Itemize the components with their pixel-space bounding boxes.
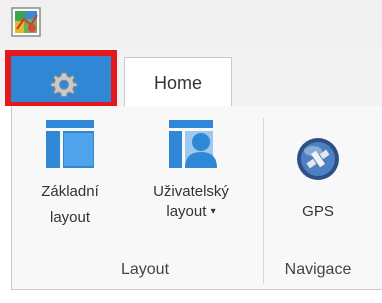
group-label-navigation: Navigace <box>284 261 352 278</box>
gps-icon <box>297 138 339 180</box>
user-layout-label-line1: Uživatelský <box>153 183 229 200</box>
basic-layout-button[interactable]: Základní layout <box>20 118 120 238</box>
map-app-icon[interactable] <box>11 7 41 37</box>
user-layout-label-line2: layout <box>166 203 207 220</box>
gps-button[interactable]: GPS <box>271 118 365 220</box>
group-separator <box>263 118 264 284</box>
gear-icon <box>50 72 77 97</box>
title-bar <box>0 0 382 48</box>
user-layout-button[interactable]: Uživatelský layout ▾ <box>130 118 252 238</box>
basic-layout-label-line2: layout <box>49 209 91 226</box>
file-tab[interactable] <box>11 55 116 113</box>
user-layout-label-line2-row: layout ▾ <box>130 202 252 222</box>
basic-layout-icon <box>46 120 94 168</box>
tab-home[interactable]: Home <box>124 57 232 108</box>
tab-home-label: Home <box>153 72 202 93</box>
basic-layout-label-line1: Základní <box>41 183 99 200</box>
user-layout-icon <box>169 120 217 168</box>
group-label-layout: Layout <box>120 261 170 278</box>
dropdown-caret-icon: ▾ <box>210 206 216 218</box>
gps-label: GPS <box>302 203 334 220</box>
